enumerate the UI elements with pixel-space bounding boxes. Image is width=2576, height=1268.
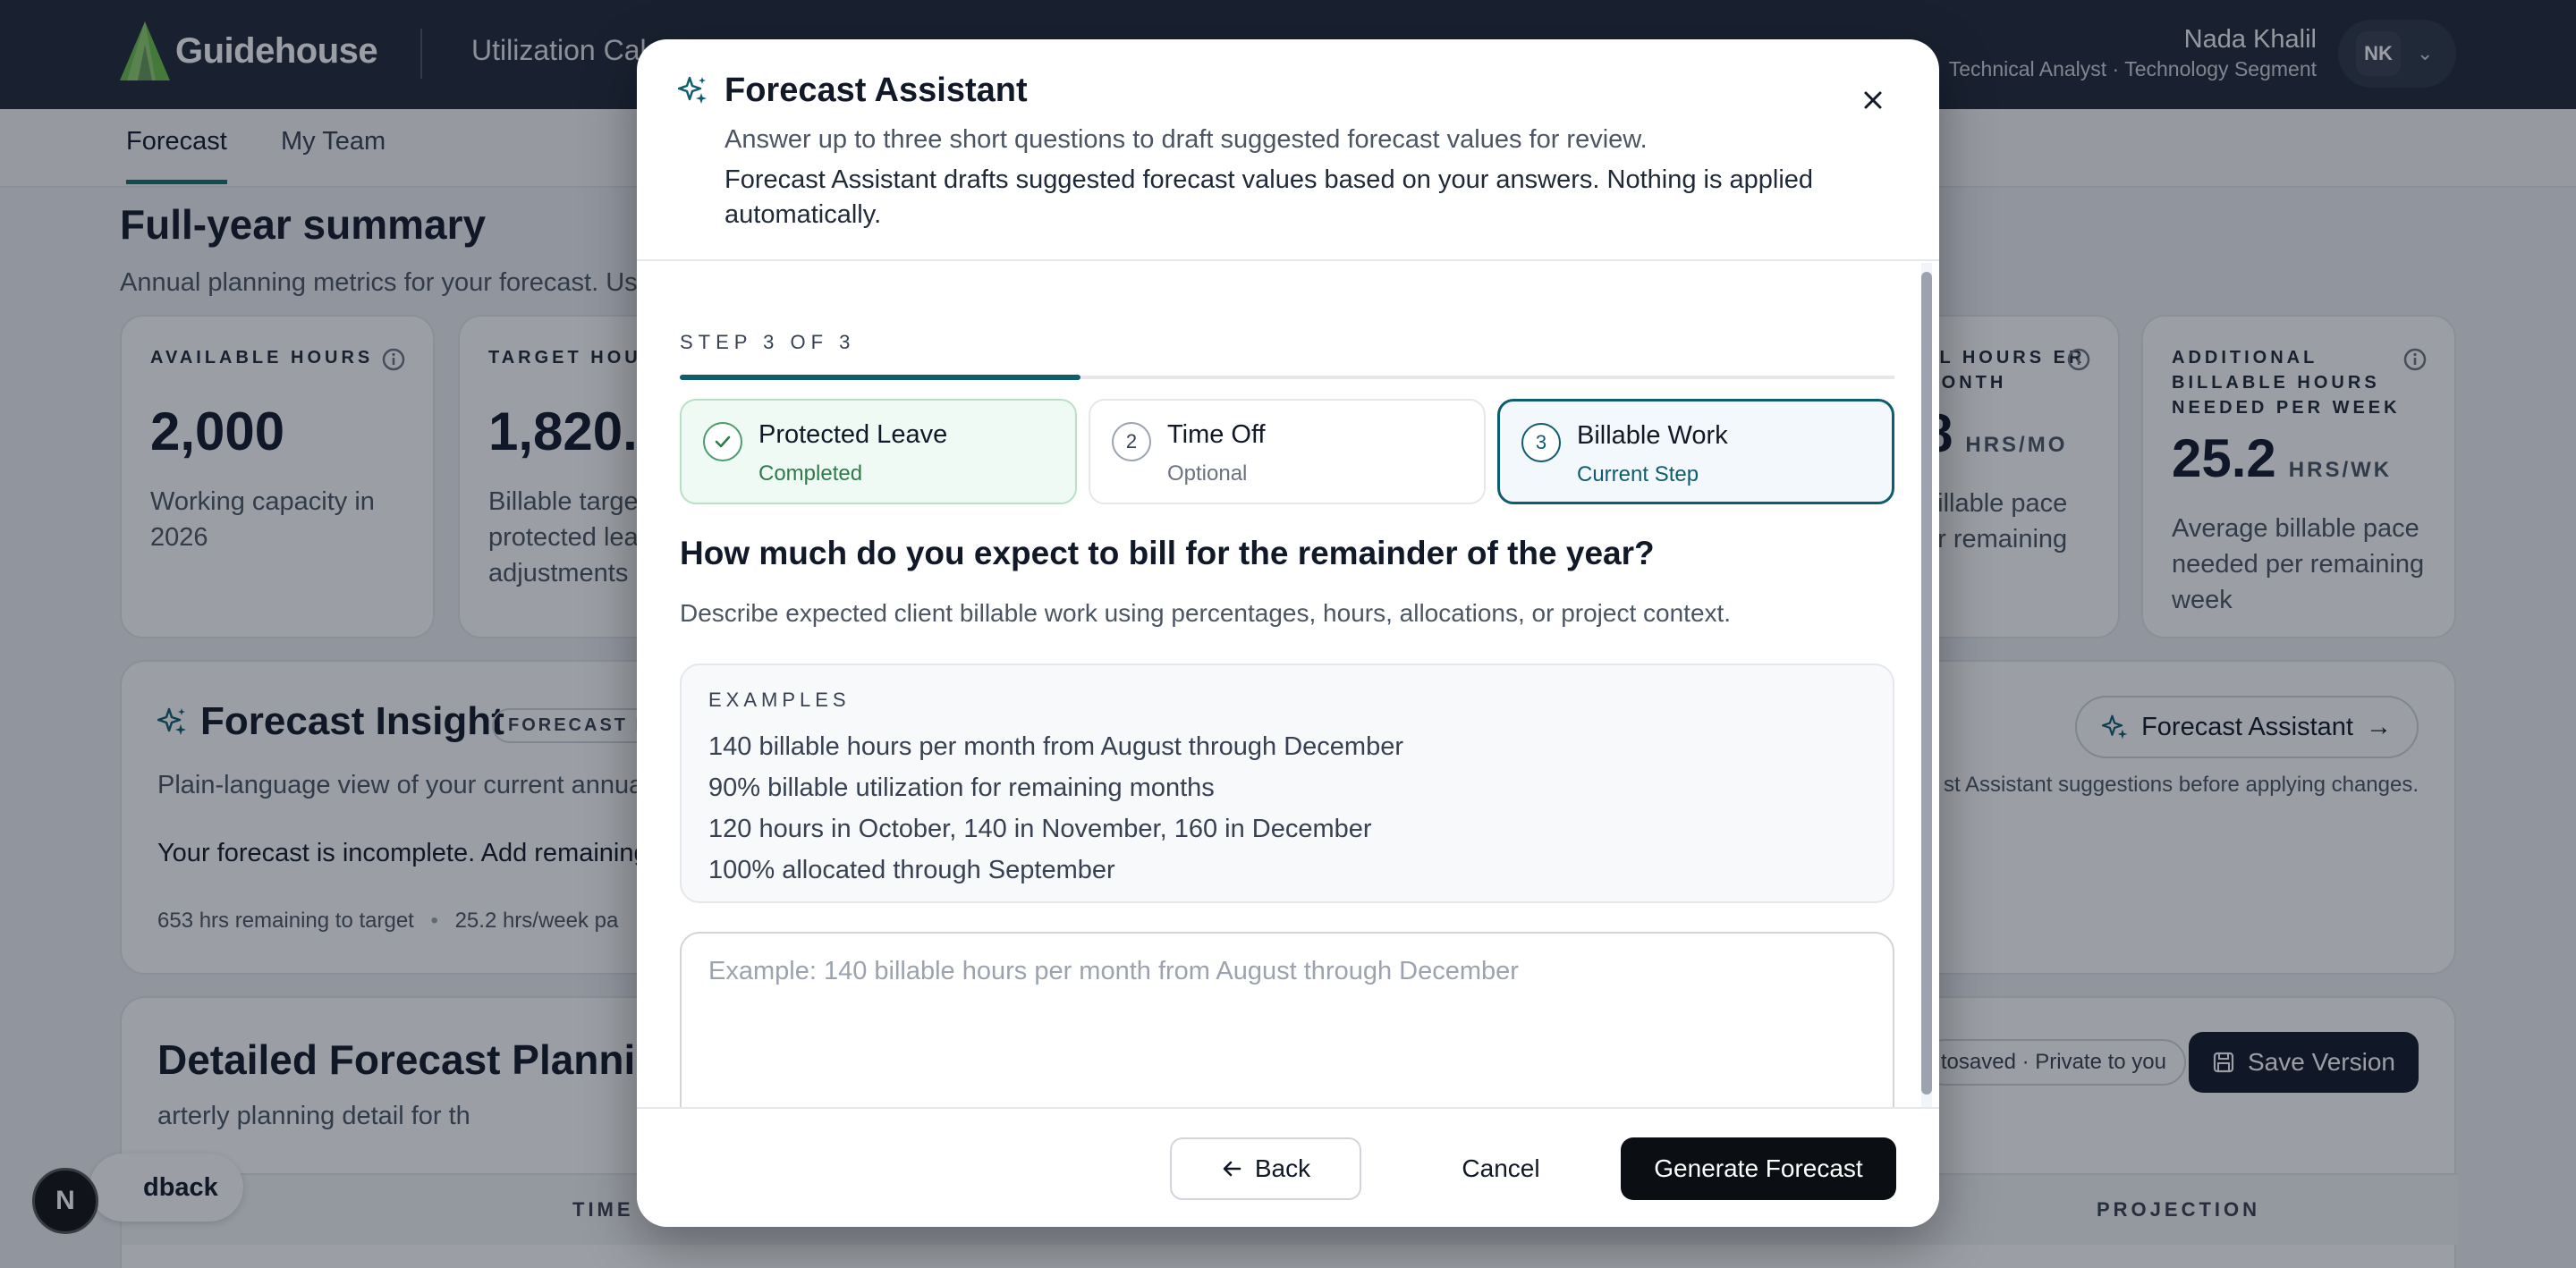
back-button[interactable]: Back	[1170, 1137, 1361, 1200]
step-name: Billable Work	[1577, 421, 1728, 450]
step-number: 2	[1112, 422, 1151, 461]
example-item: 140 billable hours per month from August…	[708, 732, 1403, 761]
cancel-button[interactable]: Cancel	[1442, 1137, 1560, 1200]
dialog-description: Answer up to three short questions to dr…	[724, 125, 1648, 154]
check-icon	[715, 435, 731, 448]
example-item: 100% allocated through September	[708, 856, 1115, 884]
billable-answer-input[interactable]	[680, 932, 1894, 1107]
question-hint: Describe expected client billable work u…	[680, 599, 1732, 627]
example-item: 90% billable utilization for remaining m…	[708, 773, 1215, 802]
step-progress-track	[680, 375, 1894, 380]
close-button[interactable]	[1855, 82, 1891, 118]
step-status: Current Step	[1577, 462, 1699, 486]
step-name: Protected Leave	[758, 420, 948, 449]
step-badge	[703, 422, 742, 461]
dialog-footer: Back Cancel Generate Forecast	[637, 1107, 1939, 1227]
close-icon	[1864, 91, 1882, 109]
example-item: 120 hours in October, 140 in November, 1…	[708, 815, 1372, 843]
step-status: Completed	[758, 461, 863, 486]
step-status: Optional	[1167, 461, 1248, 486]
dialog-body[interactable]: STEP 3 OF 3 Protected Leave Completed 2 …	[637, 263, 1939, 1107]
examples-title: EXAMPLES	[708, 689, 851, 711]
step-number: 3	[1521, 423, 1561, 462]
step-card-time-off[interactable]: 2 Time Off Optional	[1089, 399, 1486, 504]
dialog-notice: Forecast Assistant drafts suggested fore…	[724, 165, 1814, 229]
step-card-protected-leave[interactable]: Protected Leave Completed	[680, 399, 1077, 504]
question-heading: How much do you expect to bill for the r…	[680, 535, 1655, 571]
dialog-scrollbar[interactable]	[1921, 263, 1932, 1107]
step-card-billable-work[interactable]: 3 Billable Work Current Step	[1497, 399, 1894, 504]
dialog-header: Forecast Assistant Answer up to three sh…	[637, 39, 1939, 261]
forecast-assistant-dialog: Forecast Assistant Answer up to three sh…	[637, 39, 1939, 1227]
examples-box: EXAMPLES 140 billable hours per month fr…	[680, 664, 1894, 903]
step-name: Time Off	[1167, 420, 1266, 449]
scrollbar-thumb[interactable]	[1921, 272, 1932, 1095]
step-progress-fill	[680, 375, 1081, 380]
dialog-title: Forecast Assistant	[724, 72, 1028, 109]
back-label: Back	[1254, 1154, 1311, 1182]
arrow-left-icon	[1223, 1161, 1241, 1177]
step-indicator: STEP 3 OF 3	[680, 331, 856, 353]
sparkle-icon	[678, 76, 707, 104]
generate-forecast-button[interactable]: Generate Forecast	[1621, 1137, 1896, 1200]
